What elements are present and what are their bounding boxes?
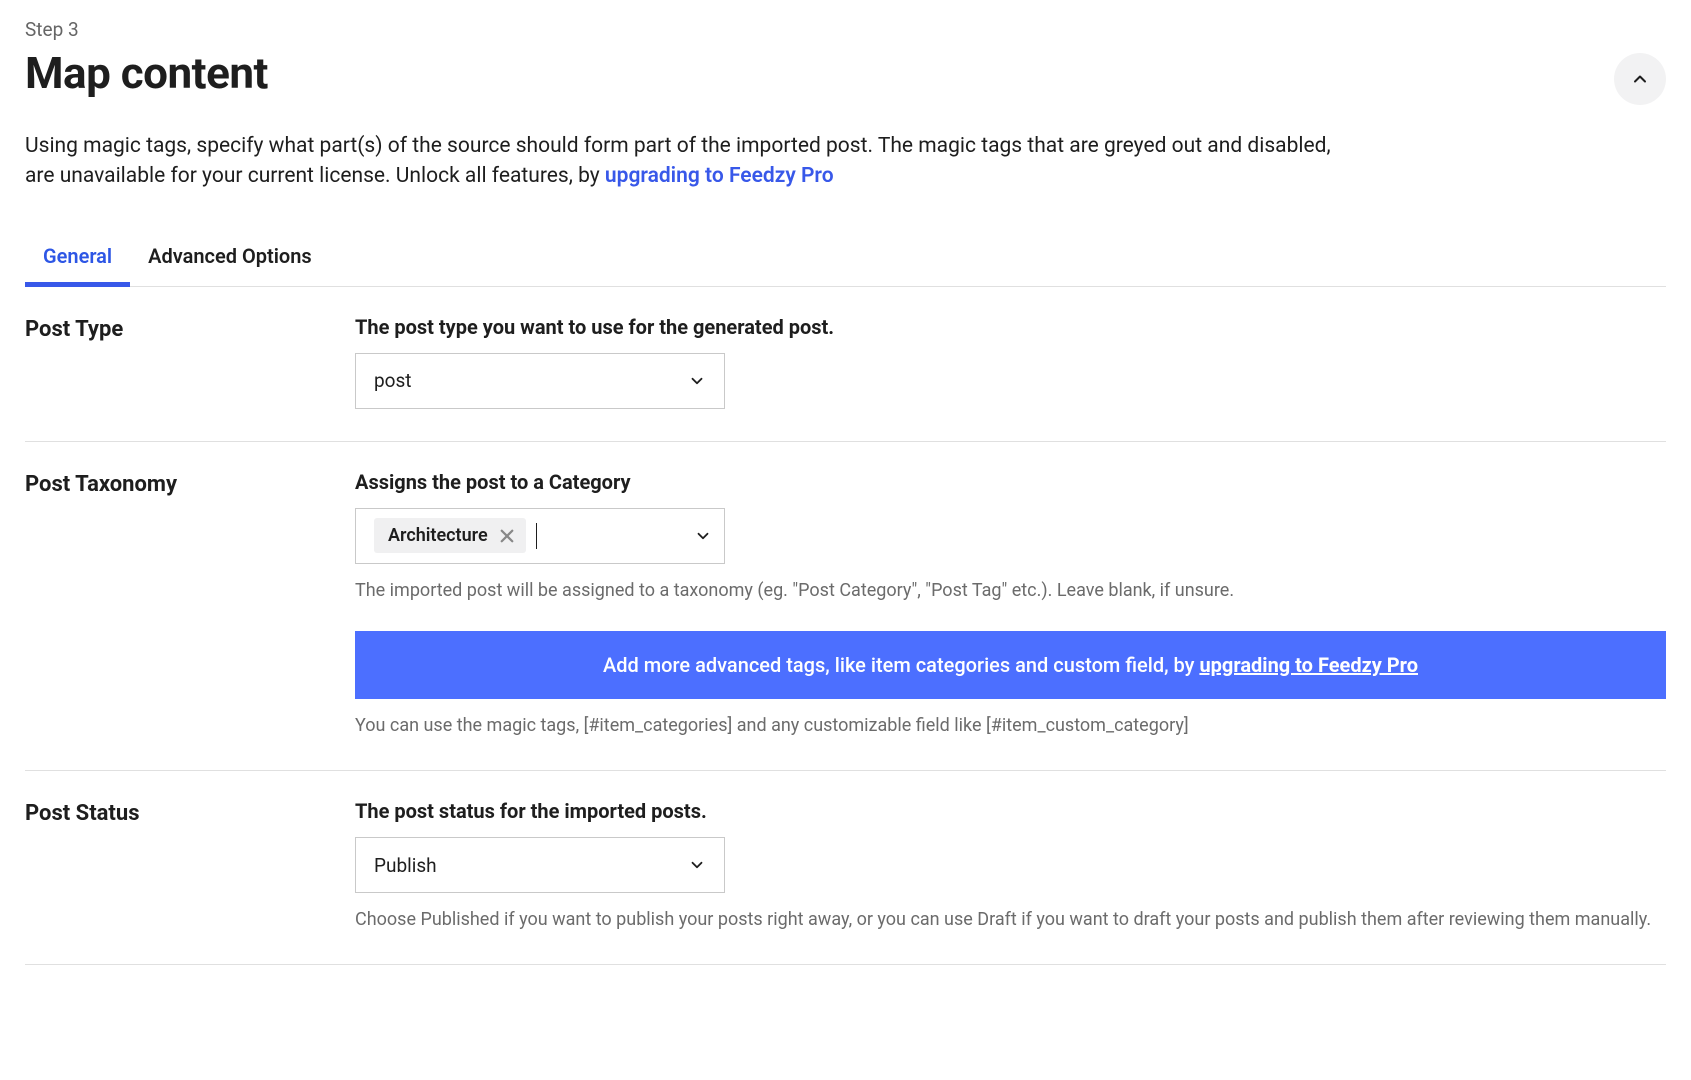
chevron-down-icon (688, 856, 706, 874)
chevron-down-icon (694, 527, 712, 545)
close-icon (498, 527, 516, 545)
status-label: Post Status (25, 799, 355, 932)
taxonomy-select[interactable]: Architecture (355, 508, 725, 564)
tab-advanced-options[interactable]: Advanced Options (148, 234, 312, 286)
status-help: Choose Published if you want to publish … (355, 907, 1666, 932)
taxonomy-help: The imported post will be assigned to a … (355, 578, 1666, 603)
section-post-status: Post Status The post status for the impo… (25, 771, 1666, 965)
taxonomy-chip-label: Architecture (388, 525, 488, 546)
post-type-select[interactable]: post (355, 353, 725, 409)
status-value: Publish (374, 854, 437, 877)
taxonomy-magic-help: You can use the magic tags, [#item_categ… (355, 713, 1666, 738)
taxonomy-label: Post Taxonomy (25, 470, 355, 738)
post-type-label: Post Type (25, 315, 355, 409)
collapse-toggle[interactable] (1614, 53, 1666, 105)
tab-general[interactable]: General (43, 234, 112, 286)
upgrade-link-intro[interactable]: upgrading to Feedzy Pro (605, 164, 834, 188)
upgrade-banner-text: Add more advanced tags, like item catego… (603, 653, 1199, 677)
chevron-up-icon (1630, 69, 1650, 89)
taxonomy-desc: Assigns the post to a Category (355, 470, 1666, 494)
text-cursor (536, 523, 537, 549)
post-status-select[interactable]: Publish (355, 837, 725, 893)
section-post-type: Post Type The post type you want to use … (25, 287, 1666, 442)
tabs: General Advanced Options (25, 234, 1666, 287)
post-type-value: post (374, 369, 412, 392)
chevron-down-icon (688, 372, 706, 390)
page-title: Map content (25, 47, 268, 99)
taxonomy-chip: Architecture (374, 518, 526, 553)
remove-chip-button[interactable] (498, 527, 516, 545)
intro-text: Using magic tags, specify what part(s) o… (25, 131, 1335, 192)
upgrade-banner: Add more advanced tags, like item catego… (355, 631, 1666, 699)
post-type-desc: The post type you want to use for the ge… (355, 315, 1666, 339)
section-post-taxonomy: Post Taxonomy Assigns the post to a Cate… (25, 442, 1666, 771)
status-desc: The post status for the imported posts. (355, 799, 1666, 823)
upgrade-link-banner[interactable]: upgrading to Feedzy Pro (1199, 653, 1418, 677)
step-label: Step 3 (25, 18, 1666, 41)
